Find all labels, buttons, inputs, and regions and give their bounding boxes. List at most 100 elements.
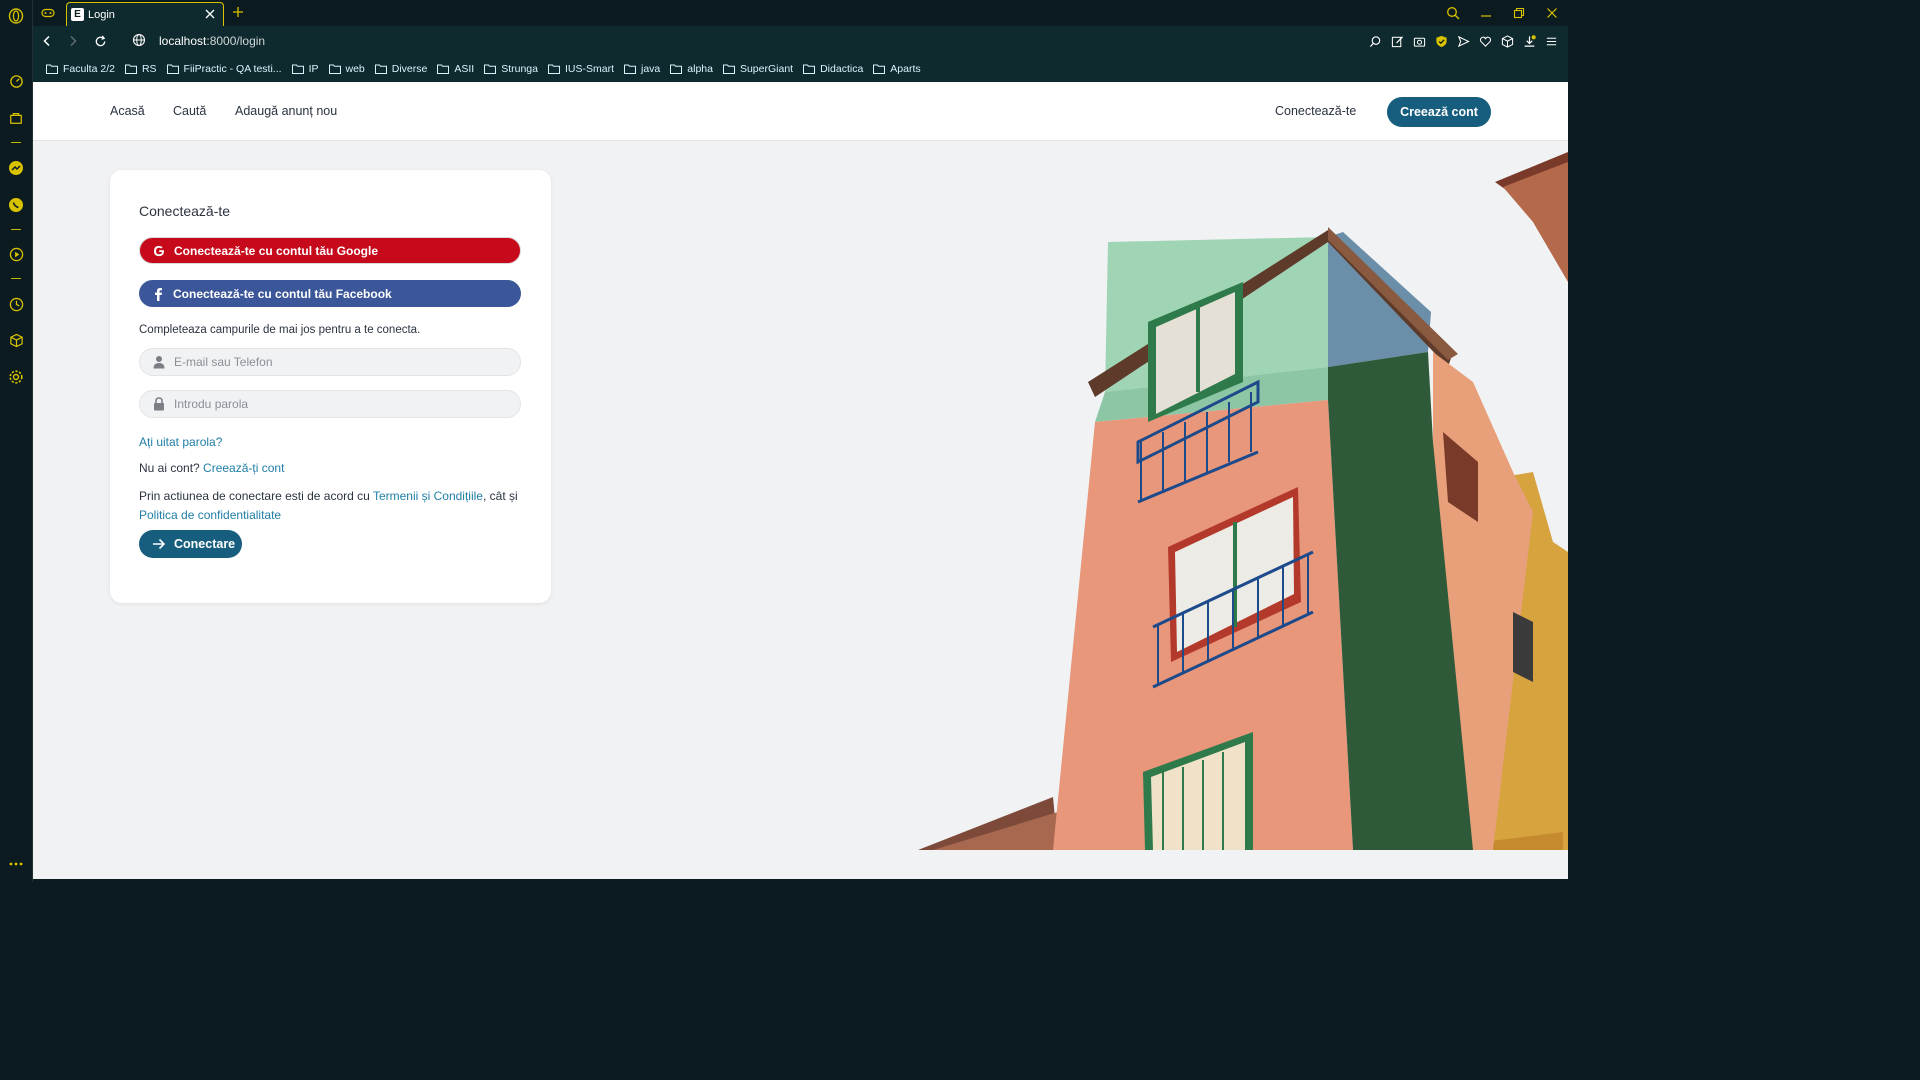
bookmark-item[interactable]: Diverse [374, 63, 428, 75]
close-window-icon[interactable] [1535, 0, 1568, 26]
login-title: Conectează-te [139, 203, 231, 219]
bookmark-item[interactable]: Strunga [484, 63, 538, 75]
camera-snapshot-icon[interactable] [1410, 32, 1428, 50]
back-arrow-icon[interactable] [39, 33, 55, 49]
messenger-icon[interactable] [7, 159, 25, 177]
bookmark-item[interactable]: RS [124, 63, 157, 75]
gamepad-icon[interactable] [39, 4, 57, 22]
bookmark-label: SuperGiant [739, 63, 794, 75]
vpn-shield-icon[interactable] [1432, 32, 1450, 50]
login-instructions: Completeaza campurile de mai jos pentru … [139, 324, 421, 336]
folder-icon [873, 64, 886, 74]
forgot-password-link[interactable]: Ați uitat parola? [139, 435, 222, 449]
whatsapp-icon[interactable] [7, 196, 25, 214]
speed-dial-icon[interactable] [7, 72, 25, 90]
bookmark-label: FiiPractic - QA testi... [183, 63, 282, 75]
extensions-icon[interactable] [1498, 32, 1516, 50]
folder-icon [624, 64, 636, 74]
user-icon [152, 355, 166, 369]
login-submit-button[interactable]: Conectare [139, 530, 242, 558]
tab-login[interactable]: E Login [66, 2, 224, 26]
address-bar: localhost:8000/login [33, 26, 1568, 56]
bookmark-label: web [345, 63, 365, 75]
building-illustration [918, 152, 1568, 850]
page-viewport: Acasă Caută Adaugă anunț nou Conectează-… [33, 82, 1568, 879]
folder-icon [670, 64, 683, 74]
create-account-button[interactable]: Creează cont [1387, 97, 1491, 127]
send-arrow-icon[interactable] [1454, 32, 1472, 50]
bookmark-item[interactable]: IUS-Smart [547, 63, 614, 75]
folder-icon [374, 64, 387, 74]
easy-setup-menu-icon[interactable] [1542, 32, 1560, 50]
restore-icon[interactable] [1502, 0, 1535, 26]
nav-home-link[interactable]: Acasă [110, 104, 145, 118]
bookmark-label: alpha [687, 63, 713, 75]
settings-gear-icon[interactable] [7, 368, 25, 386]
bookmark-item[interactable]: Aparts [873, 63, 921, 75]
email-field[interactable] [139, 348, 521, 376]
window-controls [1436, 0, 1568, 26]
folder-icon [484, 64, 497, 74]
folder-icon [547, 64, 560, 74]
bookmark-label: Strunga [501, 63, 538, 75]
player-icon[interactable] [7, 245, 25, 263]
forward-arrow-icon[interactable] [65, 33, 81, 49]
tab-search-icon[interactable] [1436, 0, 1469, 26]
facebook-login-label: Conectează-te cu contul tău Facebook [173, 286, 392, 301]
password-field[interactable] [139, 390, 521, 418]
terms-middle: cât și [489, 489, 518, 503]
bookmark-item[interactable]: java [624, 63, 660, 75]
downloads-icon[interactable] [1520, 32, 1538, 50]
bookmark-item[interactable]: IP [291, 63, 319, 75]
opera-logo-icon[interactable] [7, 7, 25, 25]
shopping-bag-icon[interactable] [7, 109, 25, 127]
bookmark-label: Faculta 2/2 [63, 63, 115, 75]
password-input[interactable] [174, 397, 494, 411]
reload-icon[interactable] [92, 33, 108, 49]
url-path: :8000/login [206, 34, 266, 48]
google-login-button[interactable]: Conectează-te cu contul tău Google [139, 237, 521, 264]
nav-search-link[interactable]: Caută [173, 104, 206, 118]
window-bottom-border [33, 879, 1568, 882]
tab-title: Login [88, 8, 115, 21]
bookmark-item[interactable]: ASII [437, 63, 474, 75]
nav-login-link[interactable]: Conectează-te [1275, 104, 1356, 118]
url-host: localhost [159, 34, 207, 48]
bookmark-item[interactable]: SuperGiant [722, 63, 794, 75]
new-tab-plus-icon[interactable] [231, 5, 245, 19]
edit-icon[interactable] [1388, 32, 1406, 50]
google-icon [152, 244, 166, 258]
site-favicon-icon: E [71, 8, 84, 21]
bookmark-item[interactable]: Didactica [803, 63, 863, 75]
folder-icon [803, 64, 816, 74]
zoom-search-icon[interactable] [1366, 32, 1384, 50]
minimize-icon[interactable] [1469, 0, 1502, 26]
no-account-line: Nu ai cont? Creează-ți cont [139, 461, 284, 475]
site-navbar: Acasă Caută Adaugă anunț nou Conectează-… [33, 82, 1568, 141]
email-input[interactable] [174, 355, 494, 369]
privacy-link[interactable]: Politica de confidentialitate [139, 508, 281, 522]
bookmark-item[interactable]: FiiPractic - QA testi... [166, 63, 282, 75]
history-icon[interactable] [7, 295, 25, 313]
more-dots-icon[interactable] [7, 855, 25, 873]
terms-prefix: Prin actiunea de conectare esti de acord… [139, 489, 370, 503]
url-field[interactable]: localhost:8000/login [159, 34, 265, 48]
facebook-login-button[interactable]: Conectează-te cu contul tău Facebook [139, 280, 521, 307]
bookmark-label: RS [141, 63, 157, 75]
extensions-cube-icon[interactable] [7, 331, 25, 349]
close-tab-icon[interactable] [203, 7, 217, 21]
folder-icon [46, 64, 58, 74]
login-submit-label: Conectare [174, 537, 236, 551]
bookmark-item[interactable]: alpha [670, 63, 713, 75]
bookmark-label: java [641, 63, 661, 75]
heart-icon[interactable] [1476, 32, 1494, 50]
terms-link[interactable]: Termenii și Condițiile [373, 489, 483, 503]
globe-icon[interactable] [132, 33, 148, 49]
lock-icon [152, 397, 166, 411]
bookmark-item[interactable]: Faculta 2/2 [46, 63, 115, 75]
sidebar-separator [11, 278, 21, 279]
bookmark-item[interactable]: web [328, 63, 365, 75]
nav-add-listing-link[interactable]: Adaugă anunț nou [235, 104, 337, 118]
bookmark-label: Diverse [391, 63, 428, 75]
create-account-link[interactable]: Creează-ți cont [203, 461, 284, 475]
